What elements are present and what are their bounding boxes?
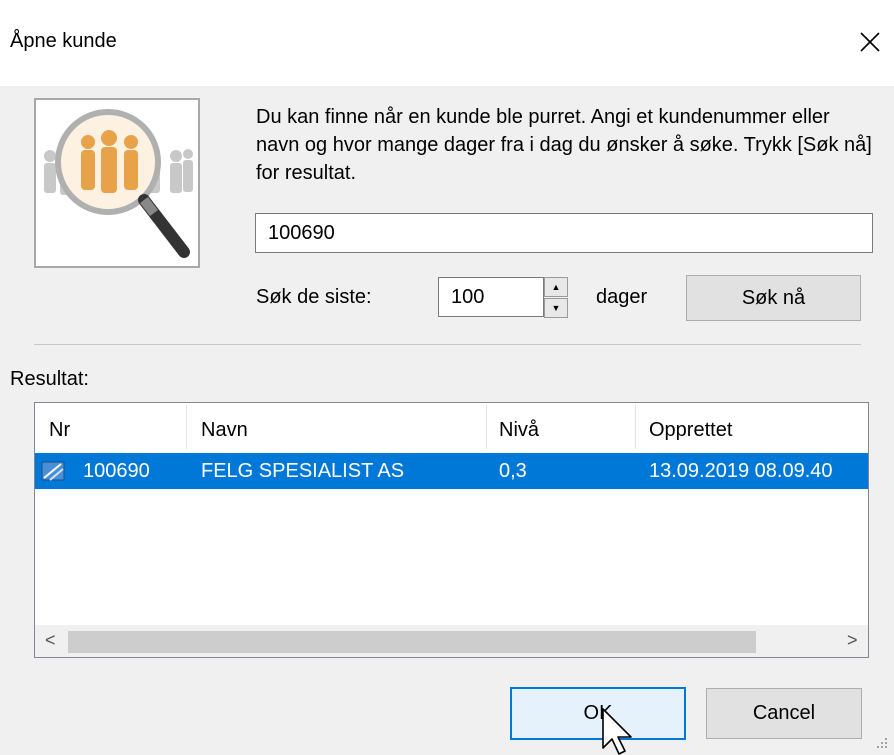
row-nr: 100690 — [83, 460, 150, 482]
row-navn: FELG SPESIALIST AS — [201, 460, 405, 482]
horizontal-scrollbar[interactable]: < > — [35, 625, 868, 657]
row-opprettet: 13.09.2019 08.09.40 — [649, 460, 833, 482]
close-button[interactable] — [846, 20, 894, 64]
column-header-nr[interactable]: Nr — [49, 419, 70, 442]
mouse-cursor-icon — [602, 708, 632, 755]
search-now-button[interactable]: Søk nå — [686, 275, 861, 321]
spin-down-icon[interactable]: ▼ — [544, 298, 568, 318]
cancel-button[interactable]: Cancel — [706, 688, 862, 739]
resize-grip-icon[interactable] — [872, 735, 890, 753]
title-bar: Åpne kunde — [0, 0, 894, 86]
divider — [34, 344, 861, 345]
result-list[interactable]: Nr Navn Nivå Opprettet 100690 FELG SPESI… — [34, 402, 869, 658]
close-icon — [860, 32, 880, 52]
scroll-right-icon[interactable]: > — [847, 630, 858, 651]
result-label: Resultat: — [10, 368, 89, 390]
row-niva: 0,3 — [499, 460, 527, 482]
customer-search-image — [34, 98, 200, 268]
column-header-opprettet[interactable]: Opprettet — [649, 419, 732, 442]
days-spinner[interactable]: ▲ ▼ — [544, 277, 568, 318]
days-input[interactable] — [438, 277, 544, 317]
scrollbar-thumb[interactable] — [68, 631, 756, 653]
result-header: Nr Navn Nivå Opprettet — [35, 403, 868, 450]
spin-up-icon[interactable]: ▲ — [544, 277, 568, 297]
customer-search-input[interactable] — [255, 213, 873, 253]
scroll-left-icon[interactable]: < — [45, 630, 56, 651]
ok-button[interactable]: OK — [510, 687, 686, 740]
column-header-navn[interactable]: Navn — [201, 419, 248, 442]
document-icon — [41, 461, 65, 481]
instruction-text: Du kan finne når en kunde ble purret. An… — [256, 106, 872, 184]
window-title: Åpne kunde — [10, 30, 117, 52]
column-header-niva[interactable]: Nivå — [499, 419, 539, 442]
days-label: Søk de siste: — [256, 286, 372, 308]
table-row[interactable]: 100690 FELG SPESIALIST AS 0,3 13.09.2019… — [35, 453, 868, 489]
days-suffix: dager — [596, 286, 648, 308]
